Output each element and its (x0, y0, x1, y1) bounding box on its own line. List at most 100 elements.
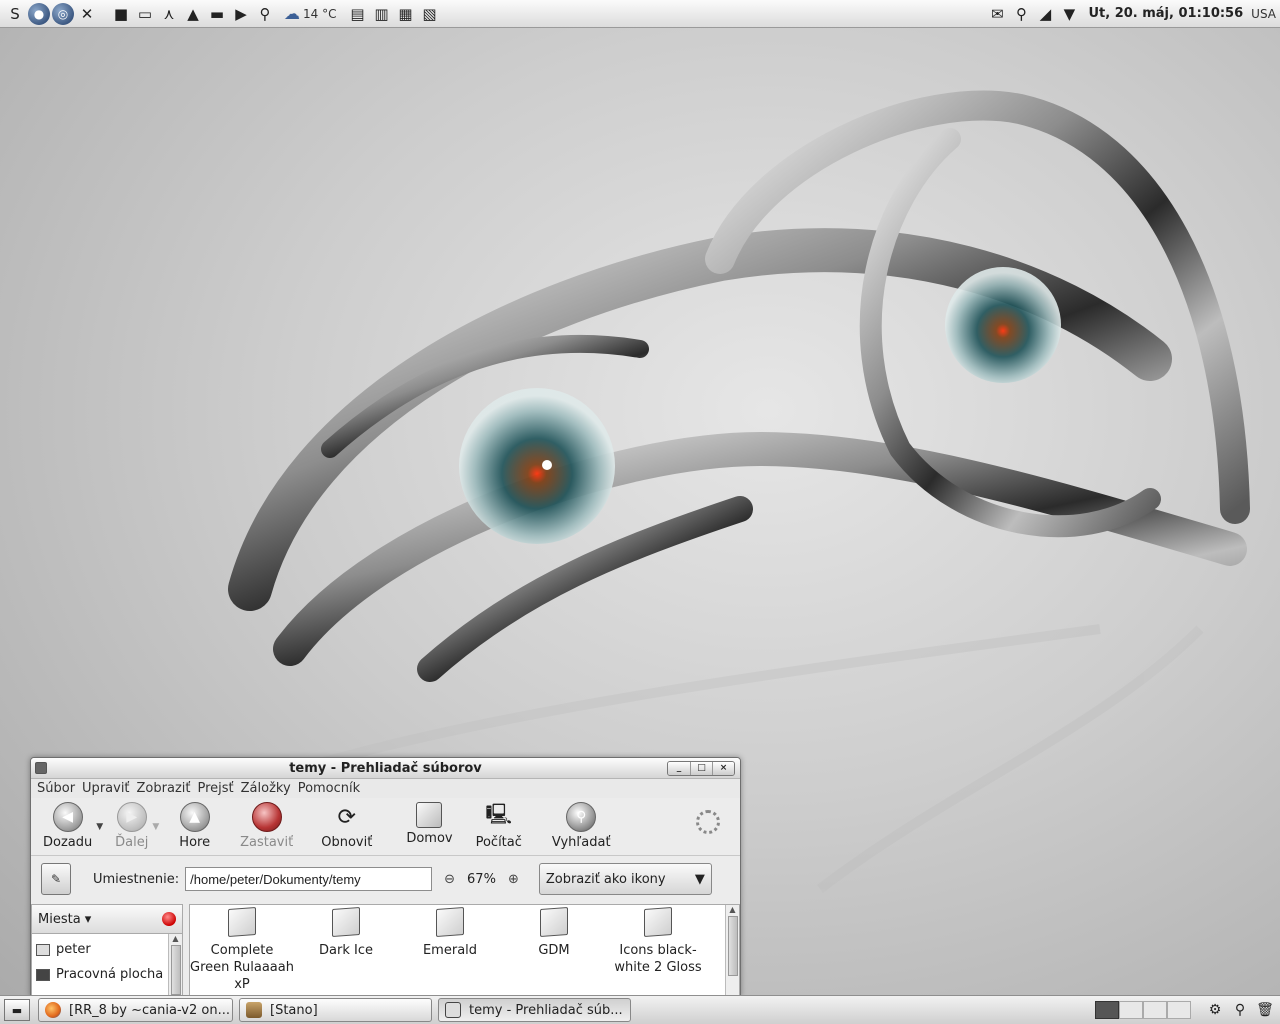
scroll-up-icon[interactable]: ▲ (729, 905, 735, 914)
menu-view[interactable]: Zobraziť (137, 781, 191, 796)
folder-item[interactable]: GDM (502, 907, 606, 995)
folder-icon (228, 907, 256, 937)
wrench-icon[interactable]: ⚲ (254, 3, 276, 25)
task-button-browser[interactable]: [RR_8 by ~cania-v2 on... (38, 998, 233, 1022)
desktop-icon (36, 968, 50, 981)
folder-name: Dark Ice (319, 943, 373, 958)
maximize-button[interactable]: □ (690, 762, 712, 775)
folder-item[interactable]: Icons black-white 2 Gloss (606, 907, 710, 995)
back-button[interactable]: ◀ Dozadu (43, 802, 92, 850)
play-icon[interactable]: ▶ (230, 3, 252, 25)
window-2-icon[interactable]: ▥ (370, 3, 392, 25)
sidebar-close-icon[interactable] (162, 912, 176, 926)
folder-icon (332, 907, 360, 937)
show-desktop-button[interactable]: ▬ (4, 999, 30, 1021)
weather-applet[interactable]: ☁ 14 °C (284, 4, 336, 23)
home-folder-icon (416, 802, 443, 828)
close-button[interactable]: × (712, 762, 734, 775)
workspace-3[interactable] (1143, 1001, 1167, 1019)
workspace-2[interactable] (1119, 1001, 1143, 1019)
sidebar-item-desktop[interactable]: Pracovná plocha (32, 962, 168, 987)
update-icon[interactable]: ⚙ (1204, 999, 1226, 1021)
home-icon (36, 943, 50, 956)
folder-item[interactable]: Dark Ice (294, 907, 398, 995)
sidebar-item-label: Pracovná plocha (56, 967, 164, 982)
forward-arrow-icon: ▶ (116, 802, 147, 832)
folder-name: Emerald (422, 943, 478, 958)
windmill-icon[interactable]: ⋏ (158, 3, 180, 25)
lighthouse-icon[interactable]: ▲ (182, 3, 204, 25)
screen-icon[interactable]: ▬ (206, 3, 228, 25)
clock[interactable]: Ut, 20. máj, 01:10:56 (1088, 6, 1243, 21)
scrollbar-thumb[interactable] (170, 945, 181, 995)
search-button[interactable]: ⚲ Vyhľadať (552, 802, 611, 850)
network-icon[interactable]: ◢ (1034, 3, 1056, 25)
forward-history-dropdown-icon[interactable]: ▼ (152, 822, 159, 832)
location-input[interactable] (185, 867, 433, 891)
toolbar: ◀ Dozadu ▼ ▶ Ďalej ▼ ▲ Hore Zastaviť ⟳ O… (31, 798, 740, 856)
tools-icon[interactable]: ✕ (76, 3, 98, 25)
workspace-4[interactable] (1167, 1001, 1191, 1019)
file-view-scrollbar[interactable]: ▲ (725, 905, 739, 995)
home-button[interactable]: Domov (406, 802, 453, 846)
location-toggle-button[interactable]: ✎ (41, 863, 71, 895)
folder-icon (436, 907, 464, 937)
globe-icon[interactable]: ● (28, 2, 50, 25)
folder-icon (540, 907, 568, 937)
forward-button[interactable]: ▶ Ďalej (115, 802, 148, 850)
window-controls: _ □ × (667, 761, 735, 776)
monitor-icon[interactable]: ▼ (1058, 3, 1080, 25)
stop-button[interactable]: Zastaviť (240, 802, 293, 850)
menu-go[interactable]: Prejsť (198, 781, 234, 796)
folder-item[interactable]: Emerald (398, 907, 502, 995)
top-panel: S ● ◎ ✕ ■ ▭ ⋏ ▲ ▬ ▶ ⚲ ☁ 14 °C ▤ ▥ ▦ ▧ ✉ … (0, 0, 1280, 28)
window-3-icon[interactable]: ▦ (394, 3, 416, 25)
zoom-in-icon[interactable]: ⊕ (508, 872, 519, 887)
zoom-out-icon[interactable]: ⊖ (444, 872, 455, 887)
window-1-icon[interactable]: ▤ (346, 3, 368, 25)
folder-name: Icons black-white 2 Gloss (614, 943, 702, 975)
computer-button[interactable]: 🖳 Počítač (476, 802, 522, 850)
task-button-file-manager[interactable]: temy - Prehliadač súb... (438, 998, 631, 1022)
menu-help[interactable]: Pomocník (298, 781, 360, 796)
menu-edit[interactable]: Upraviť (82, 781, 129, 796)
window-title: temy - Prehliadač súborov (289, 760, 482, 776)
terminal-icon[interactable]: ■ (110, 3, 132, 25)
workspace-switcher (1095, 1001, 1191, 1019)
up-button[interactable]: ▲ Hore (179, 802, 210, 850)
scroll-up-icon[interactable]: ▲ (172, 934, 178, 943)
folder-item[interactable]: Complete Green Rulaaaah xP (190, 907, 294, 995)
task-button-image-viewer[interactable]: [Stano] (239, 998, 432, 1022)
keyboard-layout[interactable]: USA (1251, 7, 1276, 21)
activity-spinner-icon (696, 810, 720, 834)
search-icon[interactable]: ⚲ (1010, 3, 1032, 25)
sidebar-item-home[interactable]: peter (32, 937, 168, 962)
search-icon[interactable]: ⚲ (1229, 999, 1251, 1021)
menu-bookmarks[interactable]: Záložky (241, 781, 291, 796)
scrollbar-thumb[interactable] (727, 916, 738, 976)
stop-icon (251, 802, 282, 832)
window-menu-icon[interactable] (35, 762, 47, 774)
trash-icon[interactable]: 🗑 (1254, 999, 1276, 1021)
notes-icon[interactable]: ✉ (986, 3, 1008, 25)
zoom-level[interactable]: 67% (467, 872, 496, 887)
window-titlebar[interactable]: temy - Prehliadač súborov _ □ × (31, 758, 740, 779)
minimize-button[interactable]: _ (668, 762, 690, 775)
notebook-icon[interactable]: ▭ (134, 3, 156, 25)
window-4-icon[interactable]: ▧ (418, 3, 440, 25)
sidebar-type-select[interactable]: Miesta ▾ (38, 912, 91, 927)
menu-icon[interactable]: S (4, 3, 26, 25)
view-mode-select[interactable]: Zobraziť ako ikony ▼ (538, 863, 712, 895)
taskbar: ▬ [RR_8 by ~cania-v2 on... [Stano] temy … (0, 995, 1280, 1024)
location-bar: ✎ Umiestnenie: ⊖ 67% ⊕ Zobraziť ako ikon… (31, 856, 740, 902)
folder-icon (644, 907, 672, 937)
sidebar-scrollbar[interactable]: ▲ (168, 934, 182, 995)
reload-icon: ⟳ (337, 804, 356, 830)
image-viewer-icon (246, 1002, 262, 1018)
back-history-dropdown-icon[interactable]: ▼ (96, 822, 103, 832)
workspace-1[interactable] (1095, 1001, 1119, 1019)
lifebuoy-icon[interactable]: ◎ (52, 2, 74, 25)
menu-file[interactable]: Súbor (37, 781, 75, 796)
reload-button[interactable]: ⟳ Obnoviť (321, 802, 372, 851)
rain-cloud-icon: ☁ (284, 4, 300, 23)
